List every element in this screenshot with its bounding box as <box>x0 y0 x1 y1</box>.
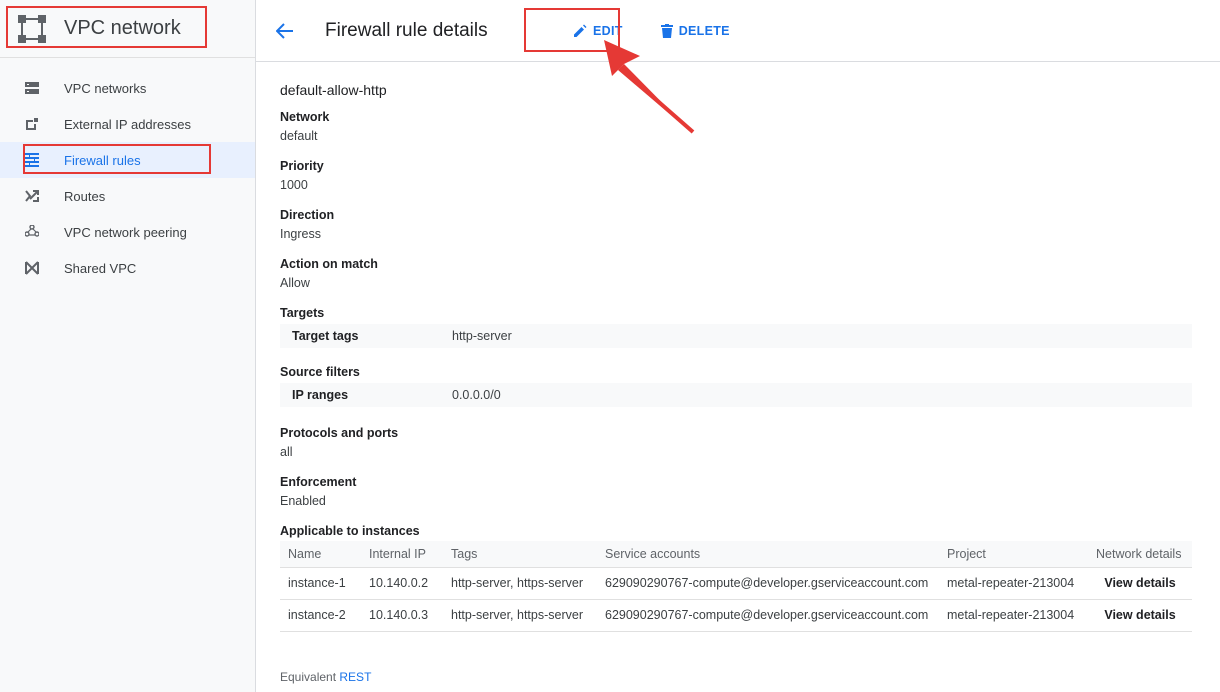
external-ip-icon <box>24 116 40 132</box>
instances-field: Applicable to instances Name Internal IP… <box>280 524 1220 632</box>
page-title: Firewall rule details <box>325 19 488 41</box>
field-value: Enabled <box>280 494 326 508</box>
shared-vpc-icon <box>24 260 40 276</box>
field-value: Ingress <box>280 227 321 241</box>
back-arrow-icon[interactable] <box>273 19 297 43</box>
delete-button[interactable]: DELETE <box>660 23 730 38</box>
instance-service-account: 629090290767-compute@developer.gservicea… <box>597 567 939 600</box>
kv-key: IP ranges <box>292 388 349 402</box>
field-label: Protocols and ports <box>280 426 399 440</box>
delete-button-label: DELETE <box>678 23 730 38</box>
action-field: Action on match Allow <box>280 257 1220 290</box>
edit-button-label: EDIT <box>593 23 623 38</box>
sidebar-item-vpc-networks[interactable]: VPC networks <box>0 70 255 106</box>
targets-field: Targets Target tags http-server <box>280 306 1220 348</box>
rest-link[interactable]: REST <box>339 670 371 684</box>
sidebar-item-firewall-rules[interactable]: Firewall rules <box>0 142 255 178</box>
field-value: Allow <box>280 276 310 290</box>
sidebar-header: VPC network <box>0 0 255 58</box>
routes-icon <box>24 188 40 204</box>
field-label: Source filters <box>280 365 360 379</box>
instance-service-account: 629090290767-compute@developer.gservicea… <box>597 599 939 632</box>
ip-ranges-row: IP ranges 0.0.0.0/0 <box>280 383 1192 407</box>
field-value: all <box>280 445 293 459</box>
firewall-icon <box>24 152 40 168</box>
instance-name: instance-2 <box>280 599 361 632</box>
instance-tags: http-server, https-server <box>443 599 597 632</box>
kv-key: Target tags <box>292 329 359 343</box>
instance-ip: 10.140.0.2 <box>361 567 443 600</box>
priority-field: Priority 1000 <box>280 159 1220 192</box>
vpc-networks-icon <box>24 80 40 96</box>
footer-prefix: Equivalent <box>280 670 337 684</box>
sidebar-item-label: External IP addresses <box>64 116 191 132</box>
field-value: default <box>280 129 318 143</box>
vpc-network-product-icon <box>18 14 46 43</box>
field-label: Targets <box>280 306 325 320</box>
sidebar-item-external-ip[interactable]: External IP addresses <box>0 106 255 142</box>
table-header-row: Name Internal IP Tags Service accounts P… <box>280 541 1192 568</box>
pencil-icon <box>574 24 587 37</box>
sidebar-item-label: VPC networks <box>64 80 147 96</box>
kv-value: 0.0.0.0/0 <box>452 388 501 402</box>
target-tags-row: Target tags http-server <box>280 324 1192 348</box>
table-row: instance-1 10.140.0.2 http-server, https… <box>280 567 1192 600</box>
sidebar-item-shared-vpc[interactable]: Shared VPC <box>0 250 255 286</box>
column-header: Project <box>939 541 1088 568</box>
column-header: Name <box>280 541 361 568</box>
sidebar-item-label: Firewall rules <box>64 152 141 168</box>
sidebar-item-vpc-network-peering[interactable]: VPC network peering <box>0 214 255 250</box>
sidebar-item-routes[interactable]: Routes <box>0 178 255 214</box>
instance-name: instance-1 <box>280 567 361 600</box>
column-header: Service accounts <box>597 541 939 568</box>
instance-project: metal-repeater-213004 <box>939 599 1088 632</box>
protocols-field: Protocols and ports all <box>280 426 1220 459</box>
instance-ip: 10.140.0.3 <box>361 599 443 632</box>
instances-table: Name Internal IP Tags Service accounts P… <box>280 541 1192 632</box>
column-header: Tags <box>443 541 597 568</box>
kv-value: http-server <box>452 329 512 343</box>
sidebar-nav: VPC networks External IP addresses Firew… <box>0 70 255 286</box>
direction-field: Direction Ingress <box>280 208 1220 241</box>
field-value: 1000 <box>280 178 308 192</box>
page-header: Firewall rule details EDIT DELETE <box>256 0 1220 62</box>
edit-button[interactable]: EDIT <box>573 24 623 38</box>
instance-tags: http-server, https-server <box>443 567 597 600</box>
sidebar-item-label: VPC network peering <box>64 224 187 240</box>
product-title: VPC network <box>64 17 181 39</box>
sidebar-item-label: Routes <box>64 188 106 204</box>
trash-icon <box>660 23 673 38</box>
sidebar-item-label: Shared VPC <box>64 260 137 276</box>
source-filters-field: Source filters IP ranges 0.0.0.0/0 <box>280 365 1220 407</box>
network-field: Network default <box>280 110 1220 143</box>
field-label: Direction <box>280 208 335 222</box>
instance-project: metal-repeater-213004 <box>939 567 1088 600</box>
view-details-link[interactable]: View details <box>1088 599 1192 632</box>
field-label: Priority <box>280 159 324 173</box>
field-label: Enforcement <box>280 475 357 489</box>
view-details-link[interactable]: View details <box>1088 567 1192 600</box>
rule-name: default-allow-http <box>280 82 387 98</box>
column-header: Internal IP <box>361 541 443 568</box>
peering-icon <box>24 224 40 240</box>
field-label: Action on match <box>280 257 378 271</box>
column-header: Network details <box>1088 541 1192 568</box>
rule-details: default-allow-http Network default Prior… <box>280 62 1220 632</box>
field-label: Applicable to instances <box>280 524 420 538</box>
sidebar: VPC network VPC networks External IP add… <box>0 0 256 692</box>
enforcement-field: Enforcement Enabled <box>280 475 1220 508</box>
field-label: Network <box>280 110 330 124</box>
equivalent-rest-footer: Equivalent REST <box>280 670 371 684</box>
table-row: instance-2 10.140.0.3 http-server, https… <box>280 599 1192 632</box>
